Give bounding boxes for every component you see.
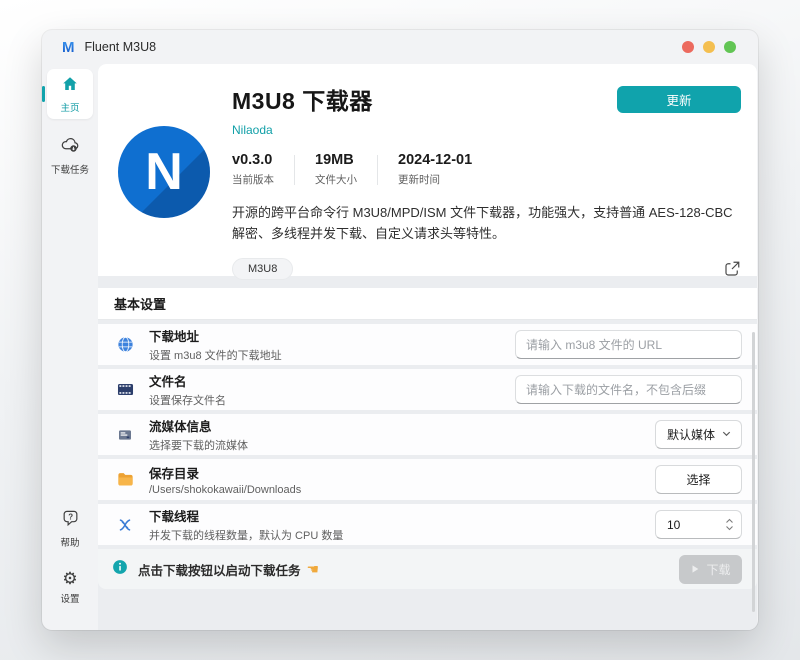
app-logo: N (118, 126, 210, 218)
app-description: 开源的跨平台命令行 M3U8/MPD/ISM 文件下载器，功能强大，支持普通 A… (232, 205, 733, 241)
sidebar-item-label: 帮助 (60, 538, 80, 549)
app-window: M Fluent M3U8 主页 下载任务 ? 帮助 ⚙ 设置 更新 N M3U… (42, 30, 758, 630)
sidebar: 主页 下载任务 ? 帮助 ⚙ 设置 (42, 64, 98, 630)
app-stats: v0.3.0 当前版本 19MB 文件大小 2024-12-01 更新时间 (232, 152, 741, 187)
stat-updated: 2024-12-01 更新时间 (398, 152, 473, 186)
info-icon (112, 559, 128, 580)
sidebar-item-download-tasks[interactable]: 下载任务 (47, 129, 93, 181)
setting-subtitle: 设置 m3u8 文件的下载地址 (149, 350, 282, 362)
stat-version: v0.3.0 当前版本 (232, 152, 274, 186)
setting-subtitle: 并发下载的线程数量，默认为 CPU 数量 (149, 530, 344, 542)
setting-row-download-url: 下载地址 设置 m3u8 文件的下载地址 (98, 324, 757, 365)
cloud-download-icon (60, 135, 80, 160)
divider (377, 154, 378, 185)
stat-filesize: 19MB 文件大小 (315, 152, 357, 186)
sidebar-item-label: 主页 (60, 103, 80, 114)
titlebar: M Fluent M3U8 (42, 30, 758, 64)
choose-directory-button[interactable]: 选择 (655, 465, 742, 494)
sidebar-item-settings[interactable]: 设置 (47, 564, 93, 610)
media-info-icon (114, 427, 136, 443)
tag-m3u8: M3U8 (232, 257, 294, 280)
sidebar-item-home[interactable]: 主页 (42, 69, 93, 119)
setting-title: 下载地址 (149, 330, 200, 344)
thread-count-stepper[interactable]: 10 (655, 510, 742, 539)
tag-row: M3U8 (232, 257, 741, 280)
download-footer: 点击下载按钮以启动下载任务 ☚ 下载 (98, 549, 757, 589)
sidebar-bottom: ? 帮助 设置 (47, 503, 93, 630)
author-link[interactable]: Nilaoda (232, 123, 273, 137)
share-icon[interactable] (723, 260, 741, 278)
setting-row-download-threads: 下载线程 并发下载的线程数量，默认为 CPU 数量 10 (98, 504, 757, 545)
close-button[interactable] (682, 41, 694, 53)
save-path-value: /Users/shokokawaii/Downloads (149, 484, 302, 496)
setting-row-stream-media: 流媒体信息 选择要下载的流媒体 默认媒体 (98, 414, 757, 455)
app-header-card: 更新 N M3U8 下载器 Nilaoda v0.3.0 当前版本 19MB 文… (98, 64, 757, 280)
chevron-down-icon (721, 428, 732, 442)
film-icon (114, 380, 136, 399)
filename-input[interactable] (515, 375, 742, 404)
svg-text:?: ? (68, 513, 73, 522)
setting-title: 保存目录 (149, 467, 200, 481)
gear-icon (62, 570, 77, 589)
home-icon (61, 75, 79, 98)
app-header-info: M3U8 下载器 Nilaoda v0.3.0 当前版本 19MB 文件大小 2… (232, 82, 741, 280)
main-content: 更新 N M3U8 下载器 Nilaoda v0.3.0 当前版本 19MB 文… (98, 64, 757, 630)
m3u8-url-input[interactable] (515, 330, 742, 359)
download-hint: 点击下载按钮以启动下载任务 (138, 563, 301, 578)
traffic-lights (682, 41, 736, 53)
setting-subtitle: 设置保存文件名 (149, 395, 226, 407)
download-button[interactable]: 下载 (679, 554, 742, 584)
setting-title: 下载线程 (149, 510, 200, 524)
stepper-icons[interactable] (725, 518, 734, 531)
folder-icon (114, 470, 136, 489)
setting-title: 文件名 (149, 375, 187, 389)
active-indicator (42, 86, 45, 102)
window-title: Fluent M3U8 (84, 40, 157, 54)
thread-count-value: 10 (667, 517, 681, 532)
section-basic-settings: 基本设置 (98, 288, 757, 320)
media-select-value: 默认媒体 (667, 428, 716, 442)
sidebar-item-label: 设置 (60, 594, 80, 605)
scrollbar-thumb[interactable] (752, 332, 755, 612)
setting-row-filename: 文件名 设置保存文件名 (98, 369, 757, 410)
help-bubble-icon: ? (61, 509, 80, 533)
setting-row-save-directory: 保存目录 /Users/shokokawaii/Downloads 选择 (98, 459, 757, 500)
globe-icon (114, 335, 136, 354)
pointing-hand-icon: ☚ (306, 560, 320, 577)
sidebar-item-help[interactable]: ? 帮助 (47, 503, 93, 554)
minimize-button[interactable] (703, 41, 715, 53)
setting-title: 流媒体信息 (149, 420, 212, 434)
section-title: 基本设置 (114, 297, 167, 312)
divider (294, 154, 295, 185)
page-title: M3U8 下载器 (232, 88, 373, 114)
threads-icon (114, 516, 136, 534)
media-select[interactable]: 默认媒体 (655, 420, 742, 449)
sidebar-item-label: 下载任务 (50, 165, 89, 176)
setting-subtitle: 选择要下载的流媒体 (149, 440, 248, 452)
maximize-button[interactable] (724, 41, 736, 53)
app-logo-icon: M (62, 38, 75, 56)
